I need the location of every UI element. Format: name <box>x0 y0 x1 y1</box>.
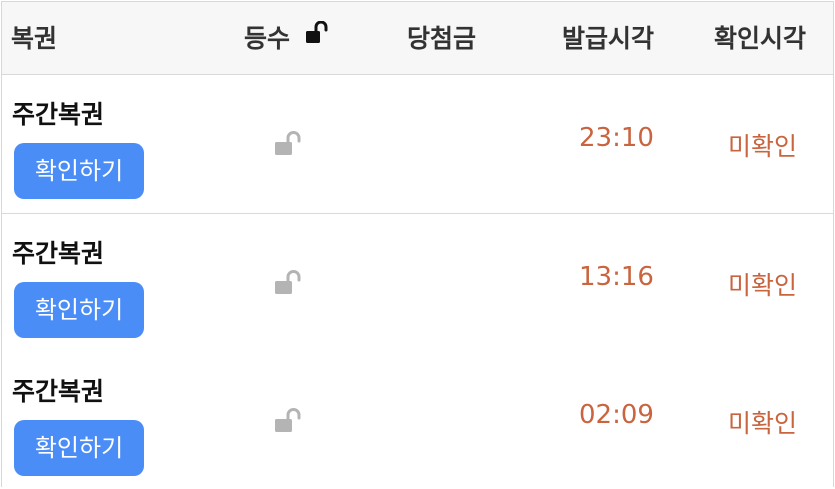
table-row: 주간복권 확인하기 23:10 미확인 <box>2 75 833 214</box>
header-checked-time: 확인시각 <box>714 24 807 53</box>
check-status: 미확인 <box>728 132 798 161</box>
lottery-name: 주간복권 <box>12 239 105 268</box>
unlocked-padlock-icon <box>274 131 304 161</box>
header-issued-time: 발급시각 <box>562 24 655 53</box>
header-rank: 등수 <box>244 2 329 75</box>
issued-time: 13:16 <box>579 262 654 292</box>
table-row: 주간복권 확인하기 02:09 미확인 <box>2 352 833 488</box>
table-header: 복권 등수 당첨금 발급시각 확인시각 <box>2 2 833 75</box>
check-status: 미확인 <box>728 409 798 438</box>
lottery-name: 주간복권 <box>12 377 105 406</box>
unlocked-padlock-icon <box>274 408 304 438</box>
unlocked-padlock-icon <box>305 0 329 73</box>
unlocked-padlock-icon <box>274 270 304 300</box>
header-rank-label: 등수 <box>244 24 291 53</box>
check-button[interactable]: 확인하기 <box>14 420 144 476</box>
check-button[interactable]: 확인하기 <box>14 282 144 338</box>
lottery-table: 복권 등수 당첨금 발급시각 확인시각 주간복권 확인하기 23:10 미확인 … <box>1 1 834 488</box>
check-button[interactable]: 확인하기 <box>14 143 144 199</box>
table-row: 주간복권 확인하기 13:16 미확인 <box>2 214 833 353</box>
issued-time: 02:09 <box>579 400 654 430</box>
header-lottery: 복권 <box>11 24 58 53</box>
issued-time: 23:10 <box>579 123 654 153</box>
check-status: 미확인 <box>728 271 798 300</box>
header-prize: 당첨금 <box>407 24 477 53</box>
lottery-name: 주간복권 <box>12 100 105 129</box>
